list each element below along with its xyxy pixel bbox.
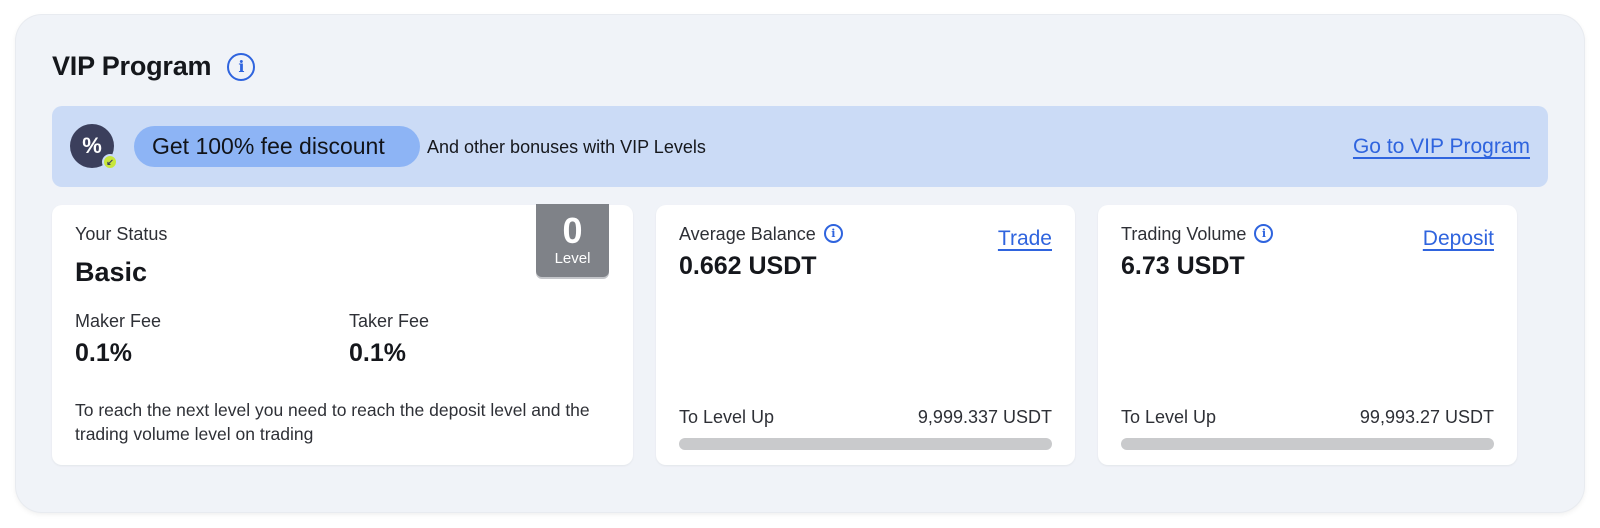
- taker-fee-label: Taker Fee: [349, 311, 430, 331]
- average-balance-card: Average Balance i 0.662 USDT Trade To Lev…: [656, 205, 1075, 465]
- level-label: Level: [554, 249, 591, 267]
- level-badge: 0 Level: [536, 204, 609, 277]
- volume-progress-bar: [1121, 438, 1494, 450]
- percent-badge-icon: % ↙: [70, 124, 118, 170]
- trading-volume-value: 6.73 USDT: [1121, 252, 1245, 280]
- maker-fee-value: 0.1%: [75, 339, 132, 367]
- go-to-vip-program-link[interactable]: Go to VIP Program: [1353, 135, 1530, 159]
- level-up-value: 99,993.27 USDT: [1359, 407, 1494, 427]
- trade-link[interactable]: Trade: [998, 227, 1052, 251]
- vip-program-panel: VIP Program i % ↙ Get 100% fee discount A…: [16, 15, 1584, 512]
- level-number: 0: [562, 209, 583, 251]
- status-card: Your Status Basic 0 Level Maker Fee 0.1%…: [52, 204, 633, 465]
- info-icon[interactable]: i: [1254, 223, 1274, 243]
- average-balance-label-text: Average Balance: [679, 224, 816, 244]
- level-up-row: To Level Up 99,993.27 USDT: [1121, 407, 1494, 428]
- deposit-link[interactable]: Deposit: [1423, 227, 1494, 251]
- info-icon[interactable]: i: [227, 52, 256, 81]
- discount-pill: Get 100% fee discount: [134, 126, 420, 167]
- level-up-row: To Level Up 9,999.337 USDT: [679, 407, 1052, 428]
- balance-progress-bar: [679, 438, 1052, 450]
- average-balance-label: Average Balance i: [679, 223, 843, 245]
- average-balance-value: 0.662 USDT: [679, 252, 817, 280]
- trading-volume-label: Trading Volume i: [1121, 223, 1274, 245]
- banner-subtitle: And other bonuses with VIP Levels: [427, 137, 706, 157]
- level-up-label: To Level Up: [679, 407, 775, 427]
- taker-fee-value: 0.1%: [349, 339, 406, 367]
- page-title: VIP Program: [52, 51, 212, 81]
- level-up-value: 9,999.337 USDT: [917, 407, 1052, 427]
- level-up-note: To reach the next level you need to reac…: [75, 400, 590, 444]
- arrow-badge-icon: ↙: [102, 154, 118, 170]
- trading-volume-card: Trading Volume i 6.73 USDT Deposit To Lev…: [1098, 205, 1517, 465]
- level-up-label: To Level Up: [1121, 407, 1217, 427]
- info-icon[interactable]: i: [823, 223, 843, 243]
- status-label: Your Status: [75, 224, 168, 244]
- header: VIP Program i: [52, 51, 256, 82]
- maker-fee-label: Maker Fee: [75, 311, 162, 331]
- trading-volume-label-text: Trading Volume: [1121, 224, 1247, 244]
- status-value: Basic: [75, 257, 148, 287]
- vip-banner: % ↙ Get 100% fee discount And other bonus…: [52, 106, 1548, 187]
